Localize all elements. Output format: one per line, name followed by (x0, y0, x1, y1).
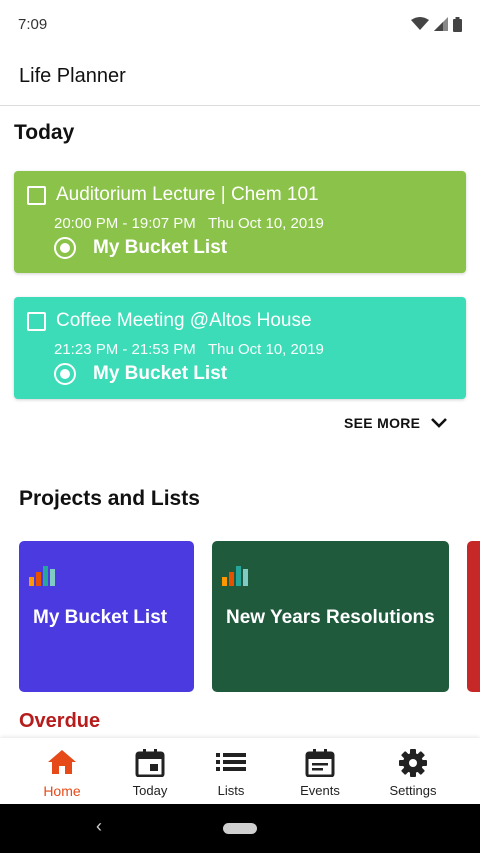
bottom-nav: Home Today Lists Events Settings (0, 738, 480, 804)
chevron-down-icon (431, 418, 448, 428)
overdue-heading: Overdue (19, 710, 101, 732)
calendar-today-icon (135, 749, 165, 777)
status-time: 7:09 (18, 15, 48, 33)
event-card[interactable]: Coffee Meeting @Altos House 21:23 PM - 2… (14, 297, 466, 399)
bar-chart-icon (222, 566, 248, 586)
project-card[interactable]: New Years Resolutions (212, 541, 449, 692)
project-name: New Years Resolutions (226, 607, 435, 628)
today-heading: Today (14, 121, 75, 144)
nav-home[interactable]: Home (14, 738, 110, 804)
nav-label: Home (43, 783, 81, 799)
event-list-name: My Bucket List (93, 237, 228, 258)
gear-icon (399, 749, 427, 777)
signal-icon (434, 17, 448, 31)
event-card[interactable]: Auditorium Lecture | Chem 101 20:00 PM -… (14, 171, 466, 273)
back-icon[interactable]: ‹ (96, 816, 102, 837)
status-icons (411, 16, 462, 32)
see-more-button[interactable]: SEE MORE (344, 415, 448, 431)
bar-chart-icon (29, 566, 55, 586)
home-icon (48, 750, 76, 774)
project-card[interactable]: My Bucket List (19, 541, 194, 692)
nav-label: Lists (217, 783, 245, 798)
nav-settings[interactable]: Settings (365, 738, 461, 804)
see-more-label: SEE MORE (344, 415, 421, 431)
list-icon (216, 753, 246, 771)
event-list-name: My Bucket List (93, 363, 228, 384)
projects-heading: Projects and Lists (19, 487, 200, 510)
status-bar: 7:09 (0, 0, 480, 48)
radio-eye-icon (54, 237, 76, 259)
project-card[interactable] (467, 541, 480, 692)
app-bar: Life Planner (0, 48, 480, 106)
app-title: Life Planner (19, 65, 126, 87)
event-title: Coffee Meeting @Altos House (56, 310, 312, 331)
wifi-icon (411, 17, 429, 30)
event-time: 21:23 PM - 21:53 PM Thu Oct 10, 2019 (54, 341, 324, 358)
event-checkbox[interactable] (27, 186, 46, 205)
event-title: Auditorium Lecture | Chem 101 (56, 184, 319, 205)
event-time: 20:00 PM - 19:07 PM Thu Oct 10, 2019 (54, 215, 324, 232)
nav-lists[interactable]: Lists (183, 738, 279, 804)
nav-label: Settings (389, 783, 437, 798)
event-checkbox[interactable] (27, 312, 46, 331)
radio-eye-icon (54, 363, 76, 385)
events-icon (305, 749, 335, 777)
home-pill-icon[interactable] (223, 823, 257, 834)
nav-events[interactable]: Events (272, 738, 368, 804)
nav-label: Events (300, 783, 340, 798)
project-name: My Bucket List (33, 607, 168, 628)
battery-icon (453, 16, 462, 32)
